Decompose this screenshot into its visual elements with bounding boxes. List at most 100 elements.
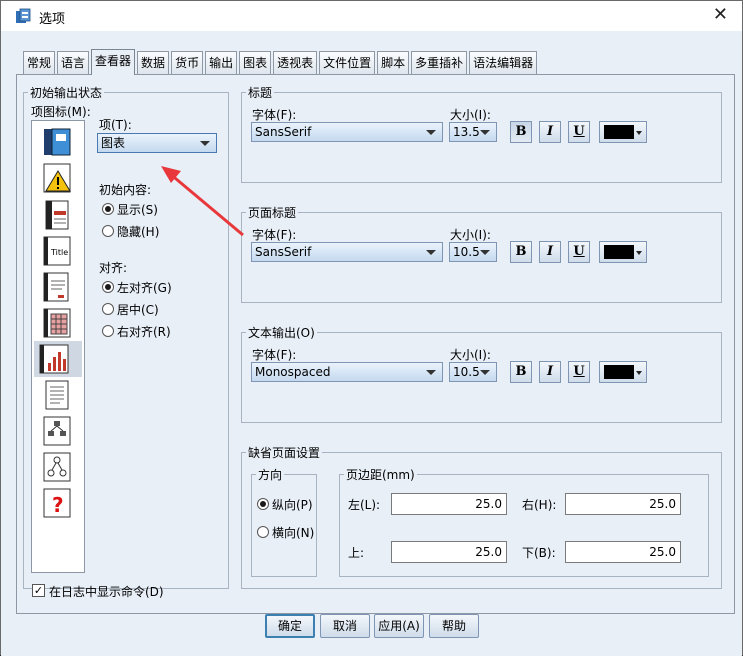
show-radio[interactable] <box>102 203 114 215</box>
text-output-bold-button[interactable]: B <box>510 361 532 383</box>
page-title-font-label: 字体(F): <box>252 228 297 242</box>
list-item[interactable]: Title <box>38 233 78 269</box>
list-item[interactable] <box>38 413 78 449</box>
log-icon <box>44 128 71 156</box>
title-color-button[interactable] <box>599 121 647 143</box>
margin-top-field[interactable]: 25.0 <box>391 541 507 563</box>
item-dropdown[interactable]: 图表 <box>97 133 217 153</box>
tab-2[interactable]: 查看器 <box>91 49 136 75</box>
apply-button[interactable]: 应用(A) <box>374 614 424 638</box>
title-size-value: 13.5 <box>453 125 480 139</box>
cancel-button[interactable]: 取消 <box>320 614 370 638</box>
page-title-size-label: 大小(I): <box>450 228 491 242</box>
item-icon-list[interactable]: Title? <box>31 120 85 573</box>
show-commands-label: 在日志中显示命令(D) <box>49 585 164 599</box>
align-left-radio[interactable] <box>102 281 114 293</box>
page-title-italic-button[interactable]: I <box>539 241 561 263</box>
initial-output-legend: 初始输出状态 <box>30 86 103 100</box>
chevron-down-icon <box>636 131 642 135</box>
page-title-color-button[interactable] <box>599 241 647 263</box>
title-size-dropdown[interactable]: 13.5 <box>449 122 497 142</box>
tab-4[interactable]: 货币 <box>171 51 204 75</box>
unknown-icon: ? <box>43 488 71 518</box>
text-output-font-value: Monospaced <box>255 365 331 379</box>
align-center-radio[interactable] <box>102 303 114 315</box>
list-item[interactable] <box>38 449 78 485</box>
page-title-font-value: SansSerif <box>255 245 312 259</box>
list-item[interactable] <box>38 125 78 161</box>
svg-text:Title: Title <box>50 248 68 257</box>
text-output-font-label: 字体(F): <box>252 348 297 362</box>
page-title-size-value: 10.5 <box>453 245 480 259</box>
text-output-size-dropdown[interactable]: 10.5 <box>449 362 497 382</box>
chevron-down-icon <box>480 370 490 375</box>
margin-top-label: 上: <box>348 546 365 560</box>
tab-6[interactable]: 图表 <box>239 51 272 75</box>
tab-7[interactable]: 透视表 <box>273 51 318 75</box>
orientation-group: 方向 <box>251 466 317 577</box>
text-output-color-swatch <box>604 365 634 379</box>
text-output-italic-button[interactable]: I <box>539 361 561 383</box>
align-center-label: 居中(C) <box>117 303 159 317</box>
chevron-down-icon <box>636 251 642 255</box>
diagram-icon <box>43 452 71 482</box>
align-right-label: 右对齐(R) <box>117 325 171 339</box>
tab-5[interactable]: 输出 <box>205 51 238 75</box>
title-underline-button[interactable]: U <box>568 121 590 143</box>
tab-1[interactable]: 语言 <box>57 51 90 75</box>
chart-icon <box>39 344 69 374</box>
show-commands-checkbox[interactable]: ✓ <box>32 584 45 597</box>
close-icon[interactable]: ✕ <box>713 5 728 25</box>
portrait-label: 纵向(P) <box>272 498 313 512</box>
align-right-radio[interactable] <box>102 325 114 337</box>
page-title-font-dropdown[interactable]: SansSerif <box>251 242 443 262</box>
title-font-label: 字体(F): <box>252 108 297 122</box>
annotation-arrow-icon <box>161 166 244 237</box>
tab-8[interactable]: 文件位置 <box>319 51 376 75</box>
tree-model-icon <box>43 416 71 446</box>
tab-11[interactable]: 语法编辑器 <box>469 51 538 75</box>
text-output-font-dropdown[interactable]: Monospaced <box>251 362 443 382</box>
tab-10[interactable]: 多重插补 <box>411 51 468 75</box>
title-italic-button[interactable]: I <box>539 121 561 143</box>
text-output-icon <box>43 272 69 302</box>
options-dialog: 选项 ✕ 常规 语言 查看器 数据 货币 输出 图表 透视表 文件位置 脚本 多重插补 语法编辑器 初… <box>0 0 743 656</box>
title-font-dropdown[interactable]: SansSerif <box>251 122 443 142</box>
ok-button[interactable]: 确定 <box>265 614 315 638</box>
chevron-down-icon <box>480 130 490 135</box>
tab-strip: 常规 语言 查看器 数据 货币 输出 图表 透视表 文件位置 脚本 多重插补 语法编辑器 <box>23 49 539 75</box>
page-title-underline-button[interactable]: U <box>568 241 590 263</box>
hide-radio[interactable] <box>102 225 114 237</box>
list-item[interactable] <box>34 341 82 377</box>
window-title: 选项 <box>39 12 66 27</box>
tab-3[interactable]: 数据 <box>137 51 170 75</box>
text-output-underline-button[interactable]: U <box>568 361 590 383</box>
page-title-color-swatch <box>604 245 634 259</box>
align-left-label: 左对齐(G) <box>117 281 172 295</box>
list-item[interactable] <box>38 305 78 341</box>
margin-right-field[interactable]: 25.0 <box>565 493 681 515</box>
chevron-down-icon <box>426 250 436 255</box>
warning-icon <box>43 163 71 193</box>
title-font-value: SansSerif <box>255 125 312 139</box>
margin-left-field[interactable]: 25.0 <box>391 493 507 515</box>
list-item[interactable] <box>38 161 78 197</box>
portrait-radio[interactable] <box>257 498 269 510</box>
title-bold-button[interactable]: B <box>510 121 532 143</box>
list-item[interactable]: ? <box>38 485 78 521</box>
title-font-legend: 标题 <box>248 86 273 100</box>
text-output-color-button[interactable] <box>599 361 647 383</box>
margin-bottom-field[interactable]: 25.0 <box>565 541 681 563</box>
tab-0[interactable]: 常规 <box>23 51 56 75</box>
list-item[interactable] <box>38 377 78 413</box>
page-title-size-dropdown[interactable]: 10.5 <box>449 242 497 262</box>
tab-9[interactable]: 脚本 <box>377 51 410 75</box>
icon-list-label: 项图标(M): <box>31 105 91 119</box>
page-title-bold-button[interactable]: B <box>510 241 532 263</box>
chevron-down-icon <box>480 250 490 255</box>
help-button[interactable]: 帮助 <box>429 614 479 638</box>
list-item[interactable] <box>38 197 78 233</box>
landscape-radio[interactable] <box>257 526 269 538</box>
list-item[interactable] <box>38 269 78 305</box>
margins-legend: 页边距(mm) <box>346 468 415 482</box>
